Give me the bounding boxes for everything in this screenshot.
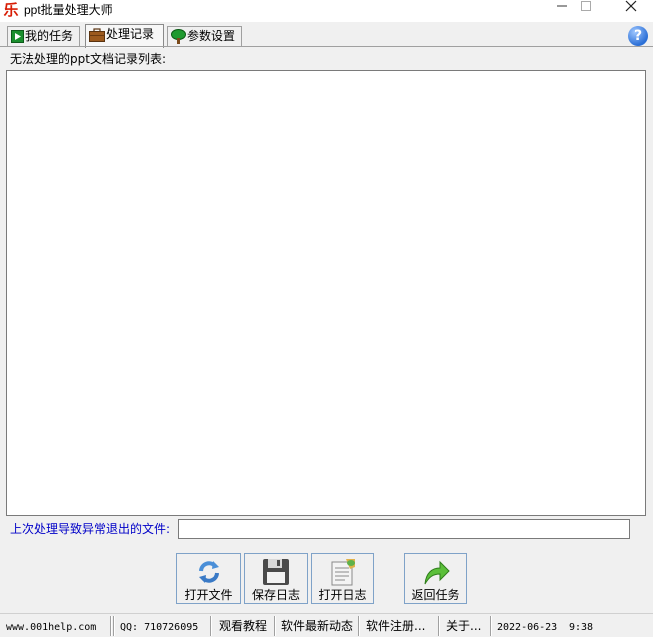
window-title: ppt批量处理大师 — [24, 3, 113, 17]
refresh-icon — [198, 561, 219, 583]
status-website[interactable]: www.001help.com — [6, 620, 96, 636]
tab-label: 我的任务 — [25, 29, 74, 43]
help-icon[interactable]: ? — [628, 26, 648, 46]
tree-icon — [171, 29, 186, 44]
status-separator — [110, 616, 112, 636]
status-bar: www.001help.com QQ: 710726095 观看教程 软件最新动… — [0, 613, 653, 637]
open-file-button[interactable]: 打开文件 — [176, 553, 241, 604]
maximize-button[interactable] — [563, 0, 609, 18]
return-tasks-label: 返回任务 — [411, 588, 460, 602]
open-file-label: 打开文件 — [184, 588, 233, 602]
status-date: 2022-06-23 — [497, 622, 558, 633]
tab-bar: 我的任务 处理记录 参数设置 — [0, 22, 653, 48]
last-crash-label: 上次处理导致异常退出的文件: — [10, 522, 171, 536]
title-bar: 乐 ppt批量处理大师 — [0, 0, 653, 22]
status-time: 9:38 — [569, 622, 594, 633]
records-list[interactable] — [6, 70, 646, 516]
open-log-label: 打开日志 — [318, 588, 367, 602]
return-tasks-button[interactable]: 返回任务 — [404, 553, 467, 604]
status-separator — [274, 616, 276, 636]
briefcase-icon — [89, 27, 105, 42]
tab-records[interactable]: 处理记录 — [85, 24, 164, 48]
status-news-link[interactable]: 软件最新动态 — [281, 618, 353, 634]
close-button[interactable] — [609, 0, 653, 18]
save-log-label: 保存日志 — [251, 588, 300, 602]
log-document-icon — [331, 559, 355, 586]
status-separator — [113, 616, 115, 636]
tab-label: 处理记录 — [106, 27, 155, 41]
status-about-link[interactable]: 关于... — [446, 618, 481, 634]
floppy-disk-icon — [263, 559, 289, 585]
status-separator — [210, 616, 212, 636]
save-log-button[interactable]: 保存日志 — [244, 553, 308, 604]
tab-settings[interactable]: 参数设置 — [167, 26, 242, 47]
status-separator — [358, 616, 360, 636]
status-separator — [438, 616, 440, 636]
status-separator — [490, 616, 492, 636]
last-crash-file-field[interactable] — [178, 519, 630, 539]
tab-panel-border — [0, 46, 653, 47]
status-qq: QQ: 710726095 — [120, 622, 199, 633]
return-arrow-icon — [424, 560, 450, 585]
close-icon — [625, 0, 637, 12]
open-log-button[interactable]: 打开日志 — [311, 553, 374, 604]
tab-label: 参数设置 — [187, 29, 236, 43]
maximize-icon — [581, 1, 591, 11]
tab-my-tasks[interactable]: 我的任务 — [7, 26, 80, 47]
status-tutorial-link[interactable]: 观看教程 — [219, 618, 267, 634]
app-logo-icon: 乐 — [3, 1, 19, 19]
records-list-label: 无法处理的ppt文档记录列表: — [10, 52, 166, 66]
play-icon — [11, 30, 24, 43]
status-register-link[interactable]: 软件注册... — [366, 618, 425, 634]
